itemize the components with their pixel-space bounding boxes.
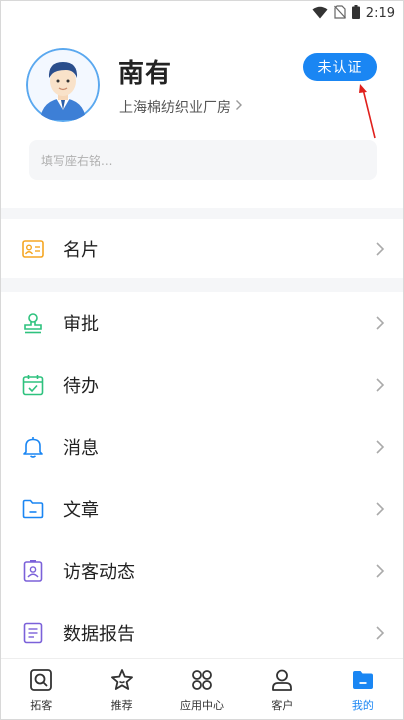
menu-item-label: 文章 <box>63 500 99 521</box>
tab-label: 我的 <box>351 699 374 712</box>
menu-item-label: 审批 <box>63 314 99 335</box>
app-screen: 2:19 南有 上海棉纺织业厂房 未认证 填写座右铭... 名片 审批 待办 消… <box>0 0 404 720</box>
folder-icon <box>350 667 376 693</box>
battery-icon <box>351 4 360 23</box>
chevron-right-icon <box>235 99 243 115</box>
tab-label: 客户 <box>271 699 294 712</box>
chevron-right-icon <box>376 502 385 516</box>
status-time: 2:19 <box>365 6 395 21</box>
chevron-right-icon <box>376 626 385 640</box>
calendar-check-icon <box>21 373 45 397</box>
menu-item-articles[interactable]: 文章 <box>1 480 403 538</box>
tab-mine[interactable]: 我的 <box>323 659 403 719</box>
company-link[interactable]: 上海棉纺织业厂房 <box>119 97 243 117</box>
tab-recommend[interactable]: 推荐 <box>81 659 161 719</box>
prospect-icon <box>28 667 54 693</box>
star-icon <box>109 667 135 693</box>
business-card-icon <box>21 237 45 261</box>
menu-item-todo[interactable]: 待办 <box>1 356 403 414</box>
chevron-right-icon <box>376 242 385 256</box>
chevron-right-icon <box>376 564 385 578</box>
person-icon <box>269 667 295 693</box>
menu-item-visitor-activity[interactable]: 访客动态 <box>1 542 403 600</box>
user-name: 南有 <box>118 59 173 89</box>
visitor-badge-icon <box>21 559 45 583</box>
section-divider <box>1 278 403 292</box>
verify-status-button[interactable]: 未认证 <box>303 53 377 81</box>
apps-grid-icon <box>189 667 215 693</box>
no-sim-icon <box>333 4 346 23</box>
bell-icon <box>21 435 45 459</box>
menu-item-approval[interactable]: 审批 <box>1 294 403 352</box>
status-bar: 2:19 <box>1 1 403 25</box>
menu-item-messages[interactable]: 消息 <box>1 418 403 476</box>
menu-item-label: 消息 <box>63 438 99 459</box>
tab-prospect[interactable]: 拓客 <box>1 659 81 719</box>
bottom-tab-bar: 拓客 推荐 应用中心 客户 我的 <box>1 658 403 719</box>
menu-item-business-card[interactable]: 名片 <box>1 220 403 278</box>
annotation-arrow-icon <box>359 84 376 139</box>
chevron-right-icon <box>376 316 385 330</box>
folder-icon <box>21 497 45 521</box>
tab-label: 推荐 <box>110 699 133 712</box>
menu-item-label: 待办 <box>63 376 99 397</box>
menu-item-label: 访客动态 <box>63 562 135 583</box>
menu-item-label: 数据报告 <box>63 624 135 645</box>
avatar[interactable] <box>26 48 100 122</box>
stamp-icon <box>21 311 45 335</box>
menu-item-data-report[interactable]: 数据报告 <box>1 604 403 662</box>
tab-customers[interactable]: 客户 <box>242 659 322 719</box>
tab-label: 应用中心 <box>180 699 225 712</box>
section-divider <box>1 208 403 219</box>
wifi-icon <box>312 4 328 23</box>
tab-app-center[interactable]: 应用中心 <box>162 659 242 719</box>
tab-label: 拓客 <box>30 699 53 712</box>
motto-input[interactable]: 填写座右铭... <box>29 140 377 180</box>
menu-item-label: 名片 <box>63 240 99 261</box>
chevron-right-icon <box>376 378 385 392</box>
chevron-right-icon <box>376 440 385 454</box>
company-name: 上海棉纺织业厂房 <box>119 100 231 116</box>
report-icon <box>21 621 45 645</box>
